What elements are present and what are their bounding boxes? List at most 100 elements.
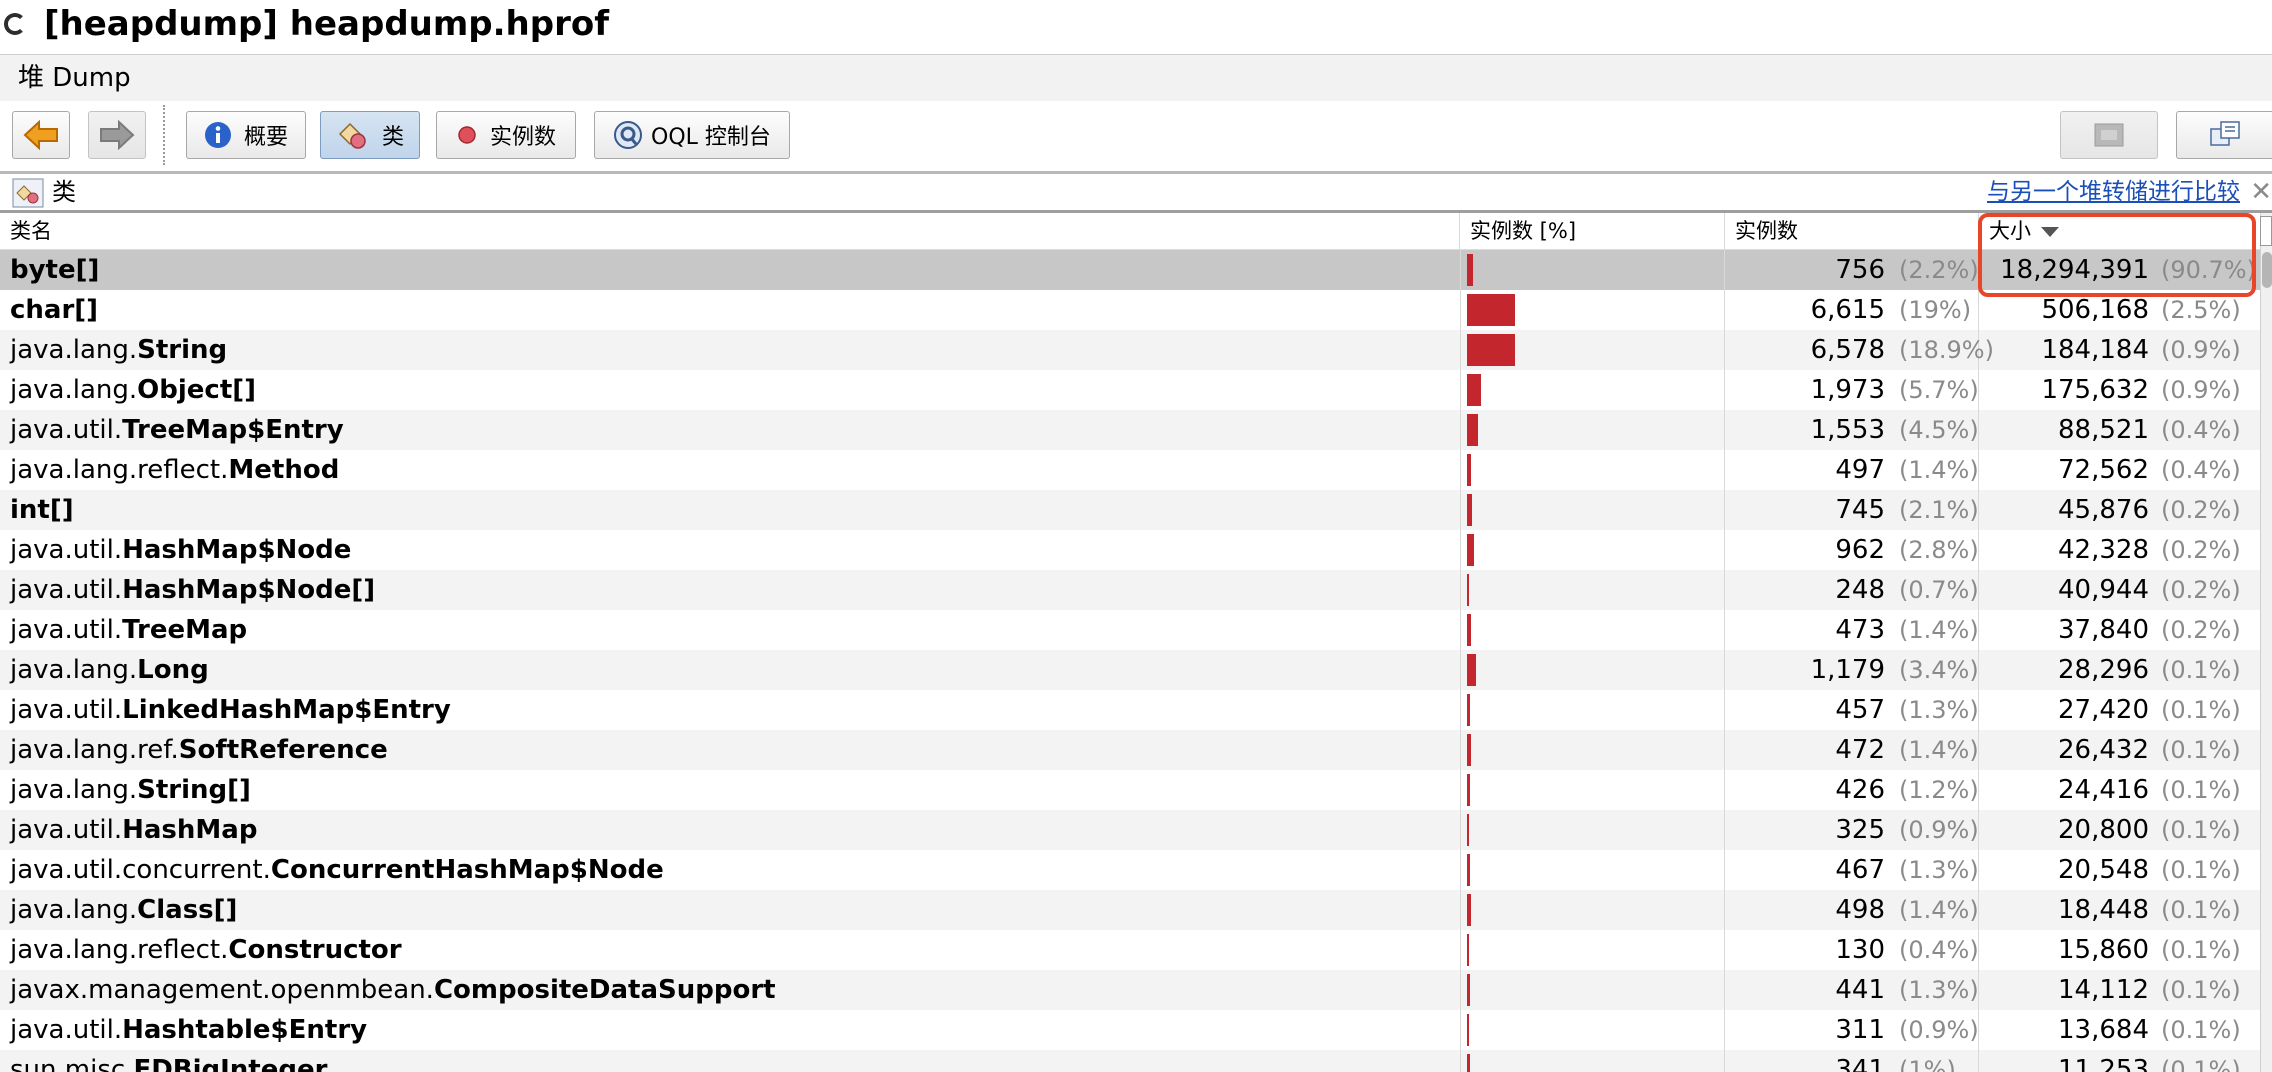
size-value: 26,432 (2058, 735, 2149, 765)
column-header-class-name[interactable]: 类名 (0, 213, 1460, 249)
instance-percent: (19%) (1887, 290, 1979, 330)
instances-percent-bar-cell (1460, 650, 1725, 690)
loading-spinner-icon (4, 13, 26, 35)
table-row[interactable]: java.util.HashMap$Node 962 (2.8%) 42,328 (0.… (0, 530, 2260, 570)
instances-percent-bar (1467, 774, 1470, 806)
size-percent: (0.1%) (2161, 976, 2241, 1004)
size-percent: (0.1%) (2161, 736, 2241, 764)
oql-console-button[interactable]: OQL 控制台 (594, 111, 790, 159)
classes-button[interactable]: 类 (320, 111, 420, 159)
table-row[interactable]: java.lang.ref.SoftReference 472 (1.4%) 26,4… (0, 730, 2260, 770)
instances-button[interactable]: 实例数 (436, 111, 576, 159)
size-value: 24,416 (2058, 775, 2149, 805)
class-name-cell: java.lang.Long (0, 650, 1460, 690)
instances-percent-bar (1467, 1054, 1470, 1072)
summary-button[interactable]: 概要 (186, 111, 306, 159)
instances-percent-bar-cell (1460, 930, 1725, 970)
column-header-instances[interactable]: 实例数 (1725, 213, 1979, 249)
instance-count: 325 (1835, 815, 1885, 845)
table-row[interactable]: java.util.HashMap$Node[] 248 (0.7%) 40,944 (… (0, 570, 2260, 610)
table-row[interactable]: java.lang.reflect.Method 497 (1.4%) 72,562 (… (0, 450, 2260, 490)
close-icon[interactable]: ✕ (2250, 174, 2272, 210)
table-row[interactable]: java.util.concurrent.ConcurrentHashMap$N… (0, 850, 2260, 890)
column-header-size[interactable]: 大小 (1979, 213, 2260, 249)
instances-percent-bar (1467, 574, 1469, 606)
table-row[interactable]: java.util.HashMap 325 (0.9%) 20,800 (0.1%) (0, 810, 2260, 850)
snapshot-icon (2094, 123, 2124, 147)
instances-percent-bar-cell (1460, 890, 1725, 930)
summary-label: 概要 (243, 125, 288, 150)
instances-percent-bar-cell (1460, 1010, 1725, 1050)
instance-count: 497 (1835, 455, 1885, 485)
compare-heap-dump-link[interactable]: 与另一个堆转储进行比较 (1987, 174, 2240, 210)
scrollbar-thumb[interactable] (2262, 252, 2272, 288)
arrow-right-icon (100, 120, 135, 150)
instance-percent: (1.3%) (1887, 850, 1979, 890)
table-row[interactable]: byte[] 756 (2.2%) 18,294,391 (90.7%) (0, 250, 2260, 290)
size-percent: (0.1%) (2161, 856, 2241, 884)
class-name-cell: java.lang.Class[] (0, 890, 1460, 930)
classes-section-header: 类 与另一个堆转储进行比较 ✕ (0, 174, 2272, 210)
toolbar-separator (163, 105, 165, 165)
column-header-instances-percent[interactable]: 实例数 [%] (1460, 213, 1725, 249)
vertical-scrollbar[interactable] (2260, 213, 2272, 1072)
class-name-cell: java.lang.reflect.Constructor (0, 930, 1460, 970)
instance-percent: (0.9%) (1887, 1010, 1979, 1050)
table-row[interactable]: char[] 6,615 (19%) 506,168 (2.5%) (0, 290, 2260, 330)
table-row[interactable]: java.util.Hashtable$Entry 311 (0.9%) 13,684… (0, 1010, 2260, 1050)
back-button[interactable] (12, 111, 70, 159)
size-value: 28,296 (2058, 655, 2149, 685)
table-row[interactable]: javax.management.openmbean.CompositeData… (0, 970, 2260, 1010)
instance-percent: (1.3%) (1887, 690, 1979, 730)
table-row[interactable]: java.lang.reflect.Constructor 130 (0.4%) 15… (0, 930, 2260, 970)
instance-percent: (3.4%) (1887, 650, 1979, 690)
class-simple-name: TreeMap (122, 615, 248, 645)
instance-percent: (1.4%) (1887, 610, 1979, 650)
instances-percent-bar (1467, 414, 1478, 446)
table-row[interactable]: sun.misc.FDBigInteger 341 (1%) 11,253 (0.1%) (0, 1050, 2260, 1072)
instance-percent: (1.2%) (1887, 770, 1979, 810)
table-row[interactable]: java.lang.Class[] 498 (1.4%) 18,448 (0.1%) (0, 890, 2260, 930)
heap-dump-label: 堆 Dump (18, 63, 131, 93)
table-row[interactable]: java.util.TreeMap$Entry 1,553 (4.5%) 88,521… (0, 410, 2260, 450)
table-row[interactable]: java.lang.Long 1,179 (3.4%) 28,296 (0.1%) (0, 650, 2260, 690)
class-name-cell: sun.misc.FDBigInteger (0, 1050, 1460, 1072)
class-name-cell: char[] (0, 290, 1460, 330)
table-row[interactable]: java.lang.Object[] 1,973 (5.7%) 175,632 (0.9… (0, 370, 2260, 410)
size-percent: (0.1%) (2161, 1056, 2241, 1072)
size-percent: (0.2%) (2161, 536, 2241, 564)
table-row[interactable]: java.lang.String 6,578 (18.9%) 184,184 (0.9%… (0, 330, 2260, 370)
instance-percent: (4.5%) (1887, 410, 1979, 450)
instance-percent: (0.9%) (1887, 810, 1979, 850)
table-row[interactable]: java.util.TreeMap 473 (1.4%) 37,840 (0.2%) (0, 610, 2260, 650)
class-name-cell: java.util.TreeMap$Entry (0, 410, 1460, 450)
section-title: 类 (52, 178, 76, 206)
instance-count: 441 (1835, 975, 1885, 1005)
instance-count: 472 (1835, 735, 1885, 765)
column-chooser-button[interactable] (2260, 216, 2272, 246)
snapshot-button[interactable] (2060, 111, 2158, 159)
class-name-cell: java.util.concurrent.ConcurrentHashMap$N… (0, 850, 1460, 890)
instance-percent: (1.4%) (1887, 450, 1979, 490)
table-row[interactable]: int[] 745 (2.1%) 45,876 (0.2%) (0, 490, 2260, 530)
size-percent: (0.4%) (2161, 456, 2241, 484)
table-row[interactable]: java.util.LinkedHashMap$Entry 457 (1.3%) 27… (0, 690, 2260, 730)
class-name-cell: byte[] (0, 250, 1460, 290)
table-row[interactable]: java.lang.String[] 426 (1.2%) 24,416 (0.1%) (0, 770, 2260, 810)
instances-percent-bar (1467, 534, 1474, 566)
class-simple-name: ConcurrentHashMap$Node (270, 855, 664, 885)
export-button[interactable] (2176, 111, 2272, 159)
instance-count: 756 (1835, 255, 1885, 285)
class-name-cell: java.lang.reflect.Method (0, 450, 1460, 490)
instances-percent-bar (1467, 894, 1471, 926)
instance-percent: (5.7%) (1887, 370, 1979, 410)
class-name-cell: java.lang.String[] (0, 770, 1460, 810)
size-value: 20,548 (2058, 855, 2149, 885)
oql-icon (613, 120, 643, 150)
size-percent: (0.9%) (2161, 336, 2241, 364)
forward-button[interactable] (88, 111, 146, 159)
instances-percent-bar (1467, 254, 1473, 286)
instances-percent-bar-cell (1460, 610, 1725, 650)
instance-count: 1,973 (1810, 375, 1885, 405)
package-name: java.lang. (10, 895, 138, 925)
